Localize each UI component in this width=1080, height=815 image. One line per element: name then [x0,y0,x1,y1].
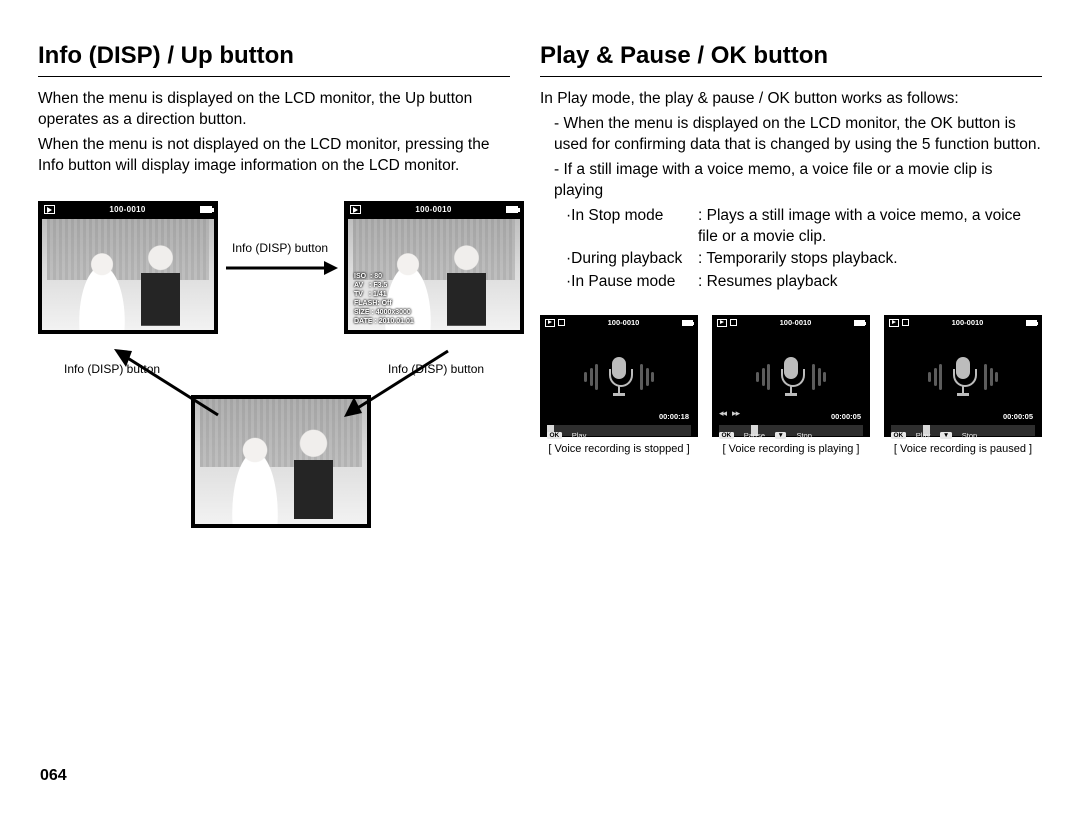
right-column: Play & Pause / OK button In Play mode, t… [540,42,1042,555]
control-label: Stop [796,431,811,440]
screen-caption: [ Voice recording is stopped ] [540,443,698,455]
image-info-overlay: ISO : 80 AV : F3.5 TV : 1/41 FLASH: Off … [354,272,414,326]
right-intro: In Play mode, the play & pause / OK butt… [540,89,1042,110]
lcd-screenshot-detailed: 100-0010 ISO : 80 AV : F3.5 TV : 1/41 FL… [344,201,524,334]
file-counter: 100-0010 [780,318,812,327]
playback-icon [717,319,727,327]
control-key: OK [719,432,734,439]
control-key: OK [547,432,562,439]
page-number: 064 [40,767,67,785]
voice-playback-screen: 100-0010 ◂◂ ▸▸ 00:00:05 OK Pause ▼ Stop [712,315,870,437]
right-bullet-2: - If a still image with a voice memo, a … [540,160,1042,202]
control-hints: OK Play ▼ Stop [885,429,1041,441]
arrow-downleft-icon [338,343,458,423]
voice-playback-screen: 100-0010 00:00:05 OK Play ▼ Stop [884,315,1042,437]
microphone-icon [604,357,634,397]
file-counter: 100-0010 [415,205,451,214]
file-counter: 100-0010 [952,318,984,327]
sample-photo [42,219,214,330]
playback-icon [889,319,899,327]
microphone-graphic [541,329,697,425]
fastforward-icon: ▸▸ [732,408,739,419]
control-label: Pause [744,431,765,440]
mode-row-playback: ·During playback : Temporarily stops pla… [540,249,1042,270]
battery-icon [682,320,693,326]
microphone-icon [948,357,978,397]
screen-caption: [ Voice recording is paused ] [884,443,1042,455]
left-column: Info (DISP) / Up button When the menu is… [38,42,510,555]
battery-icon [506,206,518,213]
control-key: ▼ [940,432,951,439]
control-key: ▼ [775,432,786,439]
playback-icon [350,205,361,214]
mode-row-stop: ·In Stop mode : Plays a still image with… [540,206,1042,248]
voice-playback-screen: 100-0010 00:00:18 OK Play [540,315,698,437]
rewind-icon: ◂◂ [719,408,726,419]
battery-icon [200,206,212,213]
right-section-title: Play & Pause / OK button [540,42,1042,77]
memo-icon [730,319,737,326]
microphone-icon [776,357,806,397]
control-hints: OK Play [541,429,697,441]
control-label: Stop [962,431,977,440]
screen-caption: [ Voice recording is playing ] [712,443,870,455]
playback-icon [545,319,555,327]
control-label: Play [916,431,931,440]
info-disp-diagram: 100-0010 100-0010 ISO : 80 AV : F3.5 TV … [38,195,510,555]
battery-icon [1026,320,1037,326]
voice-playback-screens: 100-0010 00:00:18 OK Play 100-0010 ◂◂ ▸▸ 00:00:… [540,315,1042,437]
control-label: Play [572,431,587,440]
left-section-title: Info (DISP) / Up button [38,42,510,77]
elapsed-time: 00:00:18 [659,412,689,421]
arrow-upleft-icon [108,345,228,425]
right-bullet-1: - When the menu is displayed on the LCD … [540,114,1042,156]
elapsed-time: 00:00:05 [831,412,861,421]
rew-ffwd-icons: ◂◂ ▸▸ [719,408,739,419]
memo-icon [902,319,909,326]
battery-icon [854,320,865,326]
arrow-right-icon [226,259,338,277]
elapsed-time: 00:00:05 [1003,412,1033,421]
sample-photo: ISO : 80 AV : F3.5 TV : 1/41 FLASH: Off … [348,219,520,330]
control-key: OK [891,432,906,439]
lcd-screenshot-basic: 100-0010 [38,201,218,334]
memo-icon [558,319,565,326]
control-hints: OK Pause ▼ Stop [713,429,869,441]
microphone-graphic [885,329,1041,425]
left-para-1: When the menu is displayed on the LCD mo… [38,89,510,131]
arrow-label-top: Info (DISP) button [232,241,328,255]
file-counter: 100-0010 [608,318,640,327]
mode-row-pause: ·In Pause mode : Resumes playback [540,272,1042,293]
voice-playback-captions: [ Voice recording is stopped ] [ Voice re… [540,443,1042,455]
playback-icon [44,205,55,214]
left-para-2: When the menu is not displayed on the LC… [38,135,510,177]
file-counter: 100-0010 [109,205,145,214]
